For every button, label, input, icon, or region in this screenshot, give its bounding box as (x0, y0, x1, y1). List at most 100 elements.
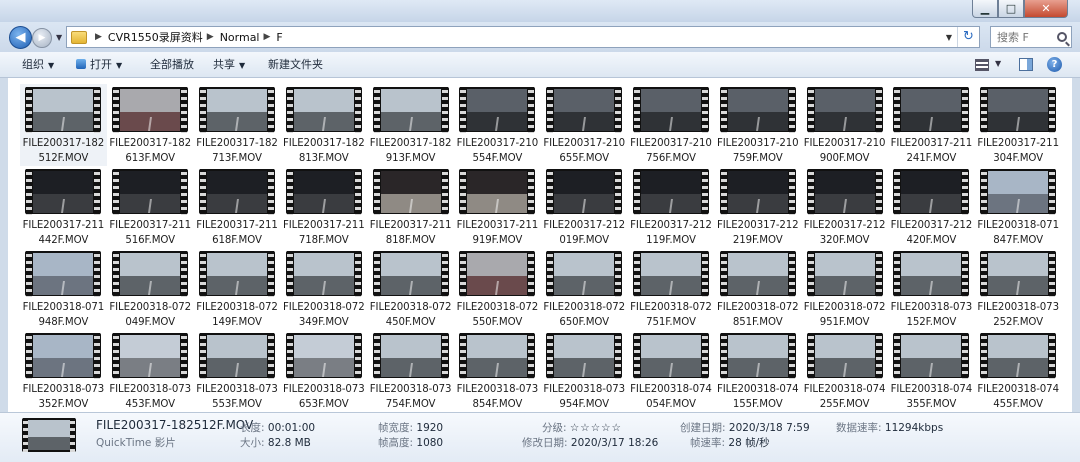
rating-stars[interactable]: ☆☆☆☆☆ (570, 422, 622, 434)
video-thumbnail (459, 169, 536, 215)
file-item[interactable]: FILE200317-182 713F.MOV (194, 84, 281, 166)
file-item[interactable]: FILE200318-073 553F.MOV (194, 330, 281, 412)
search-icon[interactable] (1057, 32, 1067, 42)
video-thumbnail (372, 169, 449, 215)
file-item[interactable]: FILE200318-072 951F.MOV (801, 248, 888, 330)
file-item[interactable]: FILE200318-073 854F.MOV (454, 330, 541, 412)
file-name: FILE200318-072 049F.MOV (109, 302, 191, 328)
file-item[interactable]: FILE200317-210 759F.MOV (714, 84, 801, 166)
file-item[interactable]: FILE200317-210 554F.MOV (454, 84, 541, 166)
file-item[interactable]: FILE200317-212 219F.MOV (714, 166, 801, 248)
file-item[interactable]: FILE200317-211 442F.MOV (20, 166, 107, 248)
file-item[interactable]: FILE200318-072 049F.MOV (107, 248, 194, 330)
video-thumbnail (25, 87, 102, 133)
search-input[interactable] (997, 30, 1055, 44)
video-thumbnail (285, 87, 362, 133)
video-thumbnail (806, 169, 883, 215)
file-item[interactable]: FILE200318-072 851F.MOV (714, 248, 801, 330)
file-item[interactable]: FILE200318-073 152F.MOV (888, 248, 975, 330)
file-name: FILE200317-210 554F.MOV (456, 138, 539, 164)
video-thumbnail (25, 169, 102, 215)
file-item[interactable]: FILE200318-073 252F.MOV (975, 248, 1062, 330)
file-item[interactable]: FILE200318-074 054F.MOV (628, 330, 715, 412)
file-item[interactable]: FILE200318-072 550F.MOV (454, 248, 541, 330)
file-item[interactable]: FILE200317-212 320F.MOV (801, 166, 888, 248)
file-item[interactable]: FILE200318-073 453F.MOV (107, 330, 194, 412)
minimize-button[interactable]: ▁ (972, 0, 998, 18)
preview-pane-icon[interactable] (1019, 58, 1033, 71)
file-item[interactable]: FILE200318-073 352F.MOV (20, 330, 107, 412)
new-folder-button[interactable]: 新建文件夹 (268, 52, 323, 78)
video-thumbnail (112, 169, 189, 215)
video-thumbnail (546, 169, 623, 215)
file-item[interactable]: FILE200317-212 119F.MOV (628, 166, 715, 248)
file-item[interactable]: FILE200317-210 756F.MOV (628, 84, 715, 166)
file-item[interactable]: FILE200318-072 650F.MOV (541, 248, 628, 330)
file-item[interactable]: FILE200318-074 455F.MOV (975, 330, 1062, 412)
file-item[interactable]: FILE200318-073 653F.MOV (280, 330, 367, 412)
recent-pages-dropdown[interactable]: ▼ (56, 33, 62, 42)
file-item[interactable]: FILE200317-212 019F.MOV (541, 166, 628, 248)
file-item[interactable]: FILE200318-074 355F.MOV (888, 330, 975, 412)
file-item[interactable]: FILE200317-211 618F.MOV (194, 166, 281, 248)
forward-button[interactable]: ▶ (32, 28, 52, 48)
play-all-button[interactable]: 全部播放 (150, 52, 194, 78)
file-name: FILE200318-072 751F.MOV (630, 302, 712, 328)
file-item[interactable]: FILE200318-074 155F.MOV (714, 330, 801, 412)
view-options-dropdown[interactable]: ▼ (995, 59, 1001, 75)
address-bar[interactable]: ▶ CVR1550录屏资料 ▶ Normal ▶ F ▼ ↻ (66, 26, 980, 48)
file-list-area[interactable]: FILE200317-182 512F.MOV FILE200317-182 613F… (8, 78, 1072, 412)
breadcrumb-item[interactable]: CVR1550录屏资料 (108, 29, 203, 45)
video-frame (206, 335, 267, 377)
open-menu[interactable]: 打开 ▼ (76, 52, 122, 78)
file-item[interactable]: FILE200318-074 255F.MOV (801, 330, 888, 412)
file-item[interactable]: FILE200317-211 919F.MOV (454, 166, 541, 248)
file-name: FILE200318-074 355F.MOV (890, 384, 973, 410)
file-item[interactable]: FILE200317-212 420F.MOV (888, 166, 975, 248)
file-item[interactable]: FILE200317-210 655F.MOV (541, 84, 628, 166)
breadcrumb-item[interactable]: Normal (220, 31, 260, 44)
back-button[interactable]: ◀ (9, 26, 32, 49)
video-thumbnail (25, 333, 102, 379)
refresh-icon[interactable]: ↻ (957, 27, 979, 47)
chevron-down-icon: ▼ (116, 61, 123, 70)
close-button[interactable]: ✕ (1024, 0, 1068, 18)
file-item[interactable]: FILE200318-071 948F.MOV (20, 248, 107, 330)
file-item[interactable]: FILE200317-211 516F.MOV (107, 166, 194, 248)
video-frame (293, 171, 354, 213)
file-name: FILE200318-073 352F.MOV (22, 384, 105, 410)
breadcrumb-separator[interactable]: ▶ (207, 32, 214, 42)
breadcrumb-item[interactable]: F (276, 31, 282, 44)
share-menu[interactable]: 共享 ▼ (213, 52, 245, 78)
address-history-dropdown[interactable]: ▼ (941, 33, 957, 42)
file-item[interactable]: FILE200318-072 149F.MOV (194, 248, 281, 330)
file-item[interactable]: FILE200317-211 304F.MOV (975, 84, 1062, 166)
search-box[interactable] (990, 26, 1072, 48)
file-item[interactable]: FILE200318-073 754F.MOV (367, 330, 454, 412)
video-thumbnail (285, 169, 362, 215)
change-view-icon[interactable] (975, 59, 989, 71)
help-icon[interactable]: ? (1047, 57, 1062, 72)
organize-menu[interactable]: 组织 ▼ (22, 52, 54, 78)
file-item[interactable]: FILE200318-072 450F.MOV (367, 248, 454, 330)
file-item[interactable]: FILE200317-182 813F.MOV (280, 84, 367, 166)
file-item[interactable]: FILE200317-182 913F.MOV (367, 84, 454, 166)
open-label: 打开 (90, 58, 112, 71)
file-item[interactable]: FILE200318-071 847F.MOV (975, 166, 1062, 248)
file-item[interactable]: FILE200317-211 818F.MOV (367, 166, 454, 248)
file-item[interactable]: FILE200317-211 718F.MOV (280, 166, 367, 248)
file-item[interactable]: FILE200317-182 613F.MOV (107, 84, 194, 166)
file-item[interactable]: FILE200318-073 954F.MOV (541, 330, 628, 412)
video-thumbnail (806, 333, 883, 379)
video-thumbnail (25, 251, 102, 297)
file-item[interactable]: FILE200318-072 349F.MOV (280, 248, 367, 330)
file-item[interactable]: FILE200317-182 512F.MOV (20, 84, 107, 166)
breadcrumb-separator[interactable]: ▶ (264, 32, 271, 42)
file-item[interactable]: FILE200317-211 241F.MOV (888, 84, 975, 166)
maximize-button[interactable]: □ (998, 0, 1024, 18)
breadcrumb-separator[interactable]: ▶ (95, 32, 102, 42)
file-name: FILE200317-212 320F.MOV (803, 220, 886, 246)
file-item[interactable]: FILE200317-210 900F.MOV (801, 84, 888, 166)
video-frame (814, 89, 875, 131)
file-item[interactable]: FILE200318-072 751F.MOV (628, 248, 715, 330)
